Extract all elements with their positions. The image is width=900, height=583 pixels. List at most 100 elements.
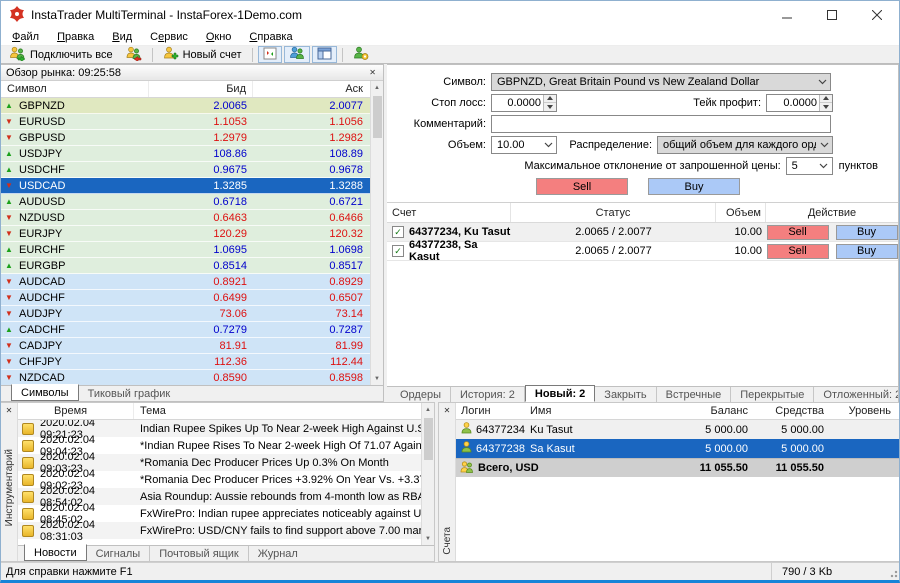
column-bid[interactable]: Бид [149,81,253,97]
scrollbar-thumb[interactable] [424,418,433,460]
market-watch-row[interactable]: CHFJPY 112.36 112.44 [1,354,383,370]
column-volume[interactable]: Объем [716,203,766,222]
market-watch-row[interactable]: NZDUSD 0.6463 0.6466 [1,210,383,226]
column-ask[interactable]: Аск [253,81,383,97]
column-equity[interactable]: Средства [748,405,824,417]
market-watch-row[interactable]: AUDUSD 0.6718 0.6721 [1,194,383,210]
toolbox-tab[interactable]: Журнал [249,546,307,561]
order-tab[interactable]: Перекрытые [731,387,814,402]
sell-button[interactable]: Sell [536,178,628,195]
order-tab[interactable]: Ордеры [391,387,451,402]
spin-down-icon[interactable] [820,103,832,111]
scroll-down-icon[interactable]: ▼ [371,372,383,385]
news-row[interactable]: 2020.02.04 08:31:03 FxWirePro: USD/CNY f… [18,522,434,539]
toggle-toolbox-button[interactable] [312,46,337,63]
title-bar[interactable]: InstaTrader MultiTerminal - InstaForex-1… [1,1,899,29]
menu-item[interactable]: Правка [48,30,103,44]
close-icon[interactable]: ✕ [367,68,378,77]
order-tab[interactable]: Новый: 2 [525,385,595,402]
column-name[interactable]: Имя [530,405,676,417]
scroll-up-icon[interactable]: ▲ [371,81,383,94]
market-watch-tab[interactable]: Тиковый график [79,386,180,401]
account-checkbox[interactable] [392,245,404,257]
account-checkbox[interactable] [392,226,404,238]
row-buy-button[interactable]: Buy [836,225,898,240]
market-watch-column-header[interactable]: Символ Бид Аск [1,81,383,98]
column-login[interactable]: Логин [456,405,530,417]
market-watch-row[interactable]: NZDCAD 0.8590 0.8598 [1,370,383,385]
account-row[interactable]: 64377234 Ku Tasut 5 000.00 5 000.00 [456,420,899,439]
order-account-row[interactable]: 64377238, Sa Kasut 2.0065 / 2.0077 10.00… [387,242,898,261]
symbol-select[interactable]: GBPNZD, Great Britain Pound vs New Zeala… [491,73,831,91]
market-watch-row[interactable]: USDCHF 0.9675 0.9678 [1,162,383,178]
resize-grip[interactable] [887,563,899,580]
take-profit-input[interactable]: 0.0000 [766,94,833,112]
close-icon[interactable]: ✕ [4,403,15,415]
market-watch-row[interactable]: AUDCAD 0.8921 0.8929 [1,274,383,290]
row-sell-button[interactable]: Sell [767,244,829,259]
column-status[interactable]: Статус [511,203,716,222]
market-watch-row[interactable]: GBPUSD 1.2979 1.2982 [1,130,383,146]
menu-item[interactable]: Вид [103,30,141,44]
new-account-button[interactable]: Новый счет [158,46,247,63]
spin-up-icon[interactable] [544,95,556,104]
close-button[interactable] [854,1,899,29]
column-account[interactable]: Счет [387,203,511,222]
market-watch-row[interactable]: AUDCHF 0.6499 0.6507 [1,290,383,306]
market-watch-row[interactable]: USDCAD 1.3285 1.3288 [1,178,383,194]
minimize-button[interactable] [764,1,809,29]
market-watch-row[interactable]: CADCHF 0.7279 0.7287 [1,322,383,338]
order-tab[interactable]: История: 2 [451,387,525,402]
column-action[interactable]: Действие [766,203,898,222]
column-topic[interactable]: Тема [134,405,434,417]
scroll-down-icon[interactable]: ▼ [422,532,434,545]
toolbox-tab[interactable]: Новости [24,544,87,561]
market-watch-header[interactable]: Обзор рынка: 09:25:58 ✕ [1,65,383,81]
menu-item[interactable]: Окно [197,30,241,44]
news-column-header[interactable]: Время Тема [18,403,434,420]
buy-button[interactable]: Buy [648,178,740,195]
deviation-select[interactable]: 5 [786,157,833,175]
order-tab[interactable]: Встречные [657,387,732,402]
order-accounts-header[interactable]: Счет Статус Объем Действие [387,203,898,223]
menu-item[interactable]: Файл [3,30,48,44]
market-watch-row[interactable]: AUDJPY 73.06 73.14 [1,306,383,322]
menu-item[interactable]: Сервис [141,30,197,44]
toolbox-tab[interactable]: Почтовый ящик [150,546,248,561]
market-watch-row[interactable]: GBPNZD 2.0065 2.0077 [1,98,383,114]
scroll-up-icon[interactable]: ▲ [422,403,434,416]
column-symbol[interactable]: Символ [1,81,149,97]
comment-input[interactable] [491,115,831,133]
row-sell-button[interactable]: Sell [767,225,829,240]
column-level[interactable]: Уровень [824,405,899,417]
spin-up-icon[interactable] [820,95,832,104]
order-tab[interactable]: Отложенный: 2 [814,387,899,402]
toolbox-tab[interactable]: Сигналы [87,546,151,561]
volume-select[interactable]: 10.00 [491,136,557,154]
market-watch-scrollbar[interactable]: ▲ ▼ [370,81,383,385]
accounts-column-header[interactable]: Логин Имя Баланс Средства Уровень [456,403,899,420]
market-watch-tab[interactable]: Символы [11,384,79,401]
market-watch-row[interactable]: EURCHF 1.0695 1.0698 [1,242,383,258]
scrollbar-thumb[interactable] [373,96,382,138]
disconnect-all-button[interactable] [120,46,147,63]
column-balance[interactable]: Баланс [676,405,748,417]
toggle-accounts-button[interactable] [284,46,310,63]
maximize-button[interactable] [809,1,854,29]
menu-item[interactable]: Справка [240,30,301,44]
account-row[interactable]: 64377238 Sa Kasut 5 000.00 5 000.00 [456,439,899,458]
row-buy-button[interactable]: Buy [836,244,898,259]
toggle-market-watch-button[interactable] [258,46,282,63]
market-watch-row[interactable]: EURUSD 1.1053 1.1056 [1,114,383,130]
spin-down-icon[interactable] [544,103,556,111]
market-watch-row[interactable]: CADJPY 81.91 81.99 [1,338,383,354]
distribution-select[interactable]: общий объем для каждого ордера [657,136,833,154]
connect-all-button[interactable]: Подключить все [4,46,118,63]
account-settings-button[interactable] [348,46,374,63]
order-tab[interactable]: Закрыть [595,387,656,402]
stop-loss-input[interactable]: 0.0000 [491,94,557,112]
column-time[interactable]: Время [18,403,134,419]
market-watch-row[interactable]: USDJPY 108.86 108.89 [1,146,383,162]
market-watch-row[interactable]: EURJPY 120.29 120.32 [1,226,383,242]
market-watch-row[interactable]: EURGBP 0.8514 0.8517 [1,258,383,274]
